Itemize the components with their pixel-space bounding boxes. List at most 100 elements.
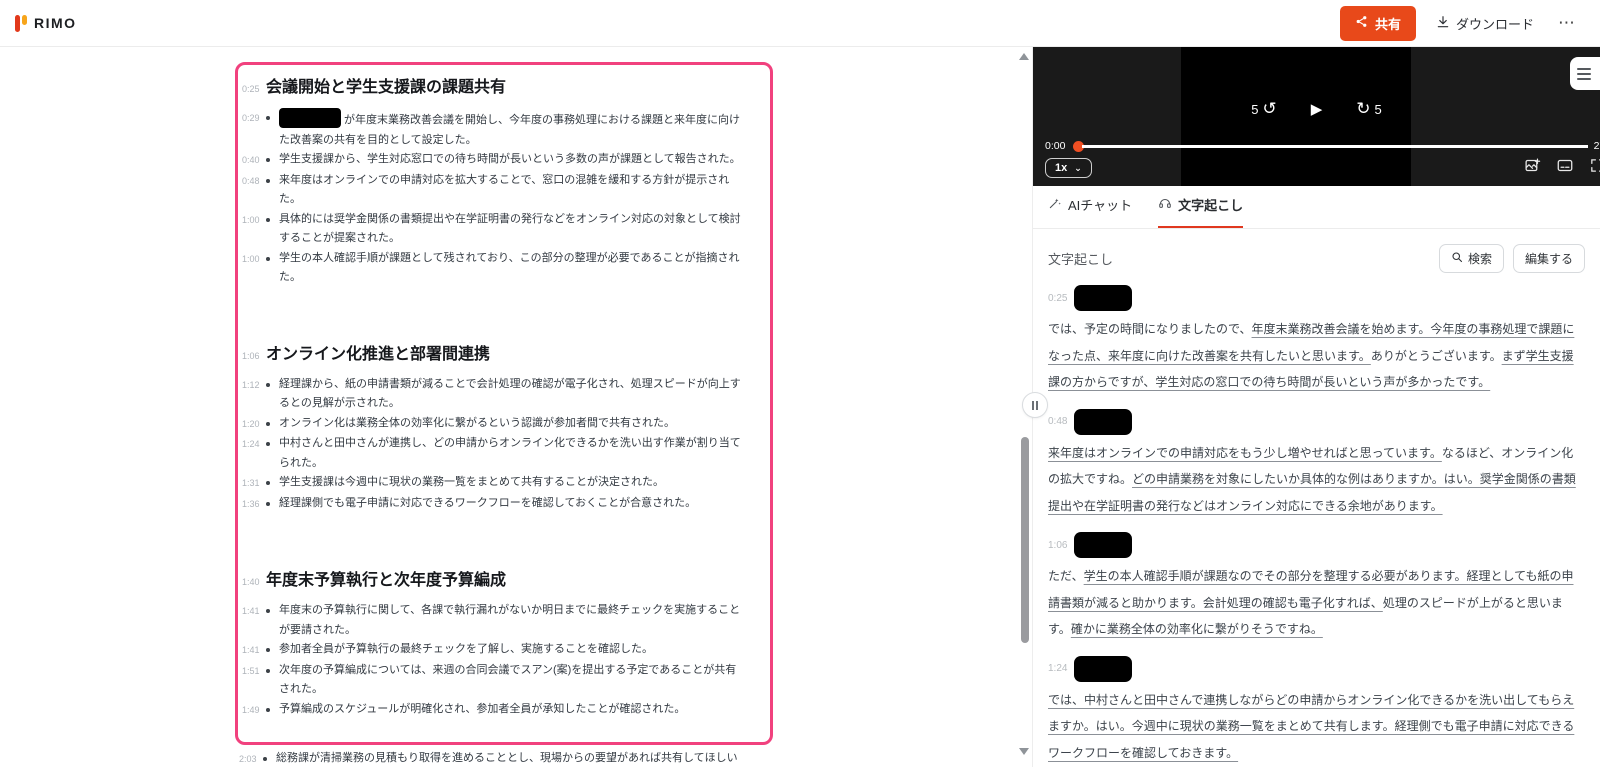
playback-speed-button[interactable]: 1x ⌄: [1045, 158, 1092, 178]
entry-text[interactable]: ただ、学生の本人確認手順が課題なのでその部分を整理する必要があります。経理として…: [1048, 563, 1585, 643]
edit-button[interactable]: 編集する: [1512, 244, 1585, 273]
download-label: ダウンロード: [1455, 16, 1534, 32]
entry-timestamp[interactable]: 0:48: [1048, 416, 1067, 427]
summary-bullet: 0:40 学生支援課から、学生対応窓口での待ち時間が長いという多数の声が課題とし…: [242, 150, 762, 171]
pane-divider-handle[interactable]: [1022, 392, 1048, 418]
bullet-timestamp[interactable]: 1:00: [242, 210, 266, 231]
tab-bar: AIチャット 文字起こし: [1033, 186, 1600, 229]
redacted-speaker[interactable]: [1074, 655, 1133, 682]
bullet-timestamp[interactable]: 1:31: [242, 473, 266, 494]
fullscreen-icon[interactable]: [1589, 157, 1600, 179]
bullet-timestamp[interactable]: 1:20: [242, 414, 266, 435]
tab-ai-chat[interactable]: AIチャット: [1048, 195, 1132, 228]
bullet-dot: [266, 494, 279, 506]
summary-section: 1:06 オンライン化推進と部署間連携 1:12 経理課から、紙の申請書類が減る…: [242, 344, 762, 515]
bullet-timestamp[interactable]: 0:40: [242, 150, 266, 171]
transcript-pane: 5↺ ▶ ↻5 0:00 27:3 1x ⌄: [1032, 47, 1600, 767]
top-bar: RIMO 共有 ダウンロード ⋯: [0, 0, 1600, 47]
summary-bullet: 1:41 年度末の予算執行に関して、各課で執行漏れがないか明日までに最終チェック…: [242, 601, 762, 640]
entry-text[interactable]: では、中村さんと田中さんで連携しながらどの申請からオンライン化できるかを洗い出し…: [1048, 687, 1585, 767]
rimo-logo-icon: [15, 14, 27, 32]
bullet-text: 予算編成のスケジュールが明確化され、参加者全員が承知したことが確認された。: [279, 702, 686, 715]
summary-bullet: 1:00 具体的には奨学金関係の書類提出や在学証明書の発行などをオンライン対応の…: [242, 210, 762, 249]
bullet-dot: [266, 108, 279, 120]
transcript-entry: 0:25 では、予定の時間になりましたので、年度末業務改善会議を始めます。今年度…: [1048, 285, 1585, 396]
bullet-timestamp[interactable]: 1:12: [242, 375, 266, 396]
entry-text[interactable]: 来年度はオンラインでの申請対応をもう少し増やせればと思っています。なるほど、オン…: [1048, 440, 1585, 520]
entry-text[interactable]: では、予定の時間になりましたので、年度末業務改善会議を始めます。今年度の事務処理…: [1048, 316, 1585, 396]
entry-timestamp[interactable]: 1:06: [1048, 540, 1067, 551]
ai-wand-icon: [1048, 196, 1062, 213]
tab-transcript[interactable]: 文字起こし: [1158, 195, 1244, 228]
bullet-timestamp[interactable]: 0:29: [242, 108, 266, 129]
scroll-down-arrow[interactable]: [1019, 748, 1029, 755]
chevron-down-icon: ⌄: [1074, 162, 1082, 173]
bullet-dot: [266, 150, 279, 162]
headset-icon: [1158, 196, 1172, 213]
bullet-dot: [266, 434, 279, 446]
redacted-speaker[interactable]: [1074, 285, 1133, 311]
video-bottom-controls: 1x ⌄: [1045, 157, 1600, 179]
rimo-app: RIMO 共有 ダウンロード ⋯ 0:25 会議開始と学生支援課の課題共有 0:…: [0, 0, 1600, 767]
section-timestamp[interactable]: 0:25: [242, 77, 266, 94]
section-title: 年度末予算執行と次年度予算編成: [266, 572, 507, 589]
panel-title: 文字起こし: [1048, 252, 1114, 267]
redacted-speaker[interactable]: [1074, 532, 1133, 558]
search-icon: [1451, 251, 1463, 266]
bullet-timestamp[interactable]: 1:51: [242, 661, 266, 682]
capture-frame-icon[interactable]: [1524, 157, 1541, 179]
scrollbar-thumb[interactable]: [1021, 437, 1029, 643]
bullet-text: 参加者全員が予算執行の最終チェックを了解し、実施することを確認した。: [279, 643, 653, 655]
download-button[interactable]: ダウンロード: [1436, 14, 1534, 33]
summary-bullet: 1:49 予算編成のスケジュールが明確化され、参加者全員が承知したことが確認され…: [242, 700, 762, 721]
play-button[interactable]: ▶: [1311, 100, 1323, 118]
section-title: 会議開始と学生支援課の課題共有: [266, 79, 507, 96]
progress-track[interactable]: [1082, 144, 1588, 148]
video-player[interactable]: 5↺ ▶ ↻5 0:00 27:3 1x ⌄: [1033, 47, 1600, 186]
redacted-speaker[interactable]: [1074, 408, 1133, 435]
bullet-text: 学生支援課から、学生対応窓口での待ち時間が長いという多数の声が課題として報告され…: [279, 153, 741, 165]
bullet-text: 総務課が清掃業務の見積もり取得を進めることとし、現場からの要望があれば共有してほ…: [276, 752, 738, 764]
summary-bullet: 1:20 オンライン化は業務全体の効率化に繋がるという認識が参加者間で共有された…: [242, 414, 762, 435]
summary-bullet: 0:29 が年度末業務改善会議を開始し、今年度の事務処理における課題と来年度に向…: [242, 108, 762, 150]
section-timestamp[interactable]: 1:40: [242, 570, 266, 587]
bullet-text: 経理課から、紙の申請書類が減ることで会計処理の確認が電子化され、処理スピードが向…: [279, 377, 741, 410]
rimo-logo[interactable]: RIMO: [15, 14, 77, 32]
bullet-text: が年度末業務改善会議を開始し、今年度の事務処理における課題と来年度に向けた改善案…: [279, 108, 743, 150]
entry-timestamp[interactable]: 0:25: [1048, 293, 1067, 304]
chapter-list-button[interactable]: [1570, 57, 1600, 90]
bullet-timestamp[interactable]: 1:24: [242, 434, 266, 455]
subtitles-icon[interactable]: [1556, 157, 1574, 179]
bullet-text: 来年度はオンラインでの申請対応を拡大することで、窓口の混雑を緩和する方針が提示さ…: [279, 173, 730, 206]
scroll-up-arrow[interactable]: [1019, 53, 1029, 60]
more-menu-button[interactable]: ⋯: [1554, 13, 1580, 33]
bullet-timestamp[interactable]: 1:00: [242, 249, 266, 270]
redacted-name: [279, 108, 341, 128]
summary-bullet: 2:03 総務課が清掃業務の見積もり取得を進めることとし、現場からの要望があれば…: [239, 749, 773, 767]
bullet-text: 具体的には奨学金関係の書類提出や在学証明書の発行などをオンライン対応の対象として…: [279, 212, 741, 245]
summary-section: 0:25 会議開始と学生支援課の課題共有 0:29 が年度末業務改善会議を開始し…: [242, 77, 762, 288]
bullet-text: 経理課側でも電子申請に対応できるワークフローを確認しておくことが合意された。: [279, 496, 697, 509]
bullet-dot: [266, 473, 279, 485]
bullet-timestamp[interactable]: 1:41: [242, 640, 266, 661]
bullet-dot: [266, 700, 279, 712]
rewind-5-button[interactable]: 5 ↺: [1251, 99, 1276, 119]
search-button[interactable]: 検索: [1438, 244, 1504, 273]
summary-bullet: 1:12 経理課から、紙の申請書類が減ることで会計処理の確認が電子化され、処理ス…: [242, 375, 762, 414]
summary-highlight-box: 0:25 会議開始と学生支援課の課題共有 0:29 が年度末業務改善会議を開始し…: [235, 62, 773, 745]
bullet-timestamp[interactable]: 1:49: [242, 700, 266, 721]
bullet-text: 学生の本人確認手順が課題として残されており、この部分の整理が必要であることが指摘…: [279, 251, 740, 284]
share-button[interactable]: 共有: [1339, 5, 1416, 41]
bullet-timestamp[interactable]: 1:36: [242, 494, 266, 515]
bullet-text: 学生支援課は今週中に現状の業務一覧をまとめて共有することが決定された。: [279, 476, 664, 488]
bullet-dot: [266, 661, 279, 673]
bullet-dot: [266, 171, 279, 183]
section-timestamp[interactable]: 1:06: [242, 344, 266, 361]
bullet-timestamp[interactable]: 2:03: [239, 749, 263, 767]
forward-5-button[interactable]: ↻ 5: [1356, 99, 1381, 119]
entry-timestamp[interactable]: 1:24: [1048, 663, 1067, 674]
bullet-timestamp[interactable]: 1:41: [242, 601, 266, 622]
bullet-timestamp[interactable]: 0:48: [242, 171, 266, 192]
top-actions: 共有 ダウンロード ⋯: [1339, 5, 1580, 41]
summary-bullet: 1:31 学生支援課は今週中に現状の業務一覧をまとめて共有することが決定された。: [242, 473, 762, 494]
